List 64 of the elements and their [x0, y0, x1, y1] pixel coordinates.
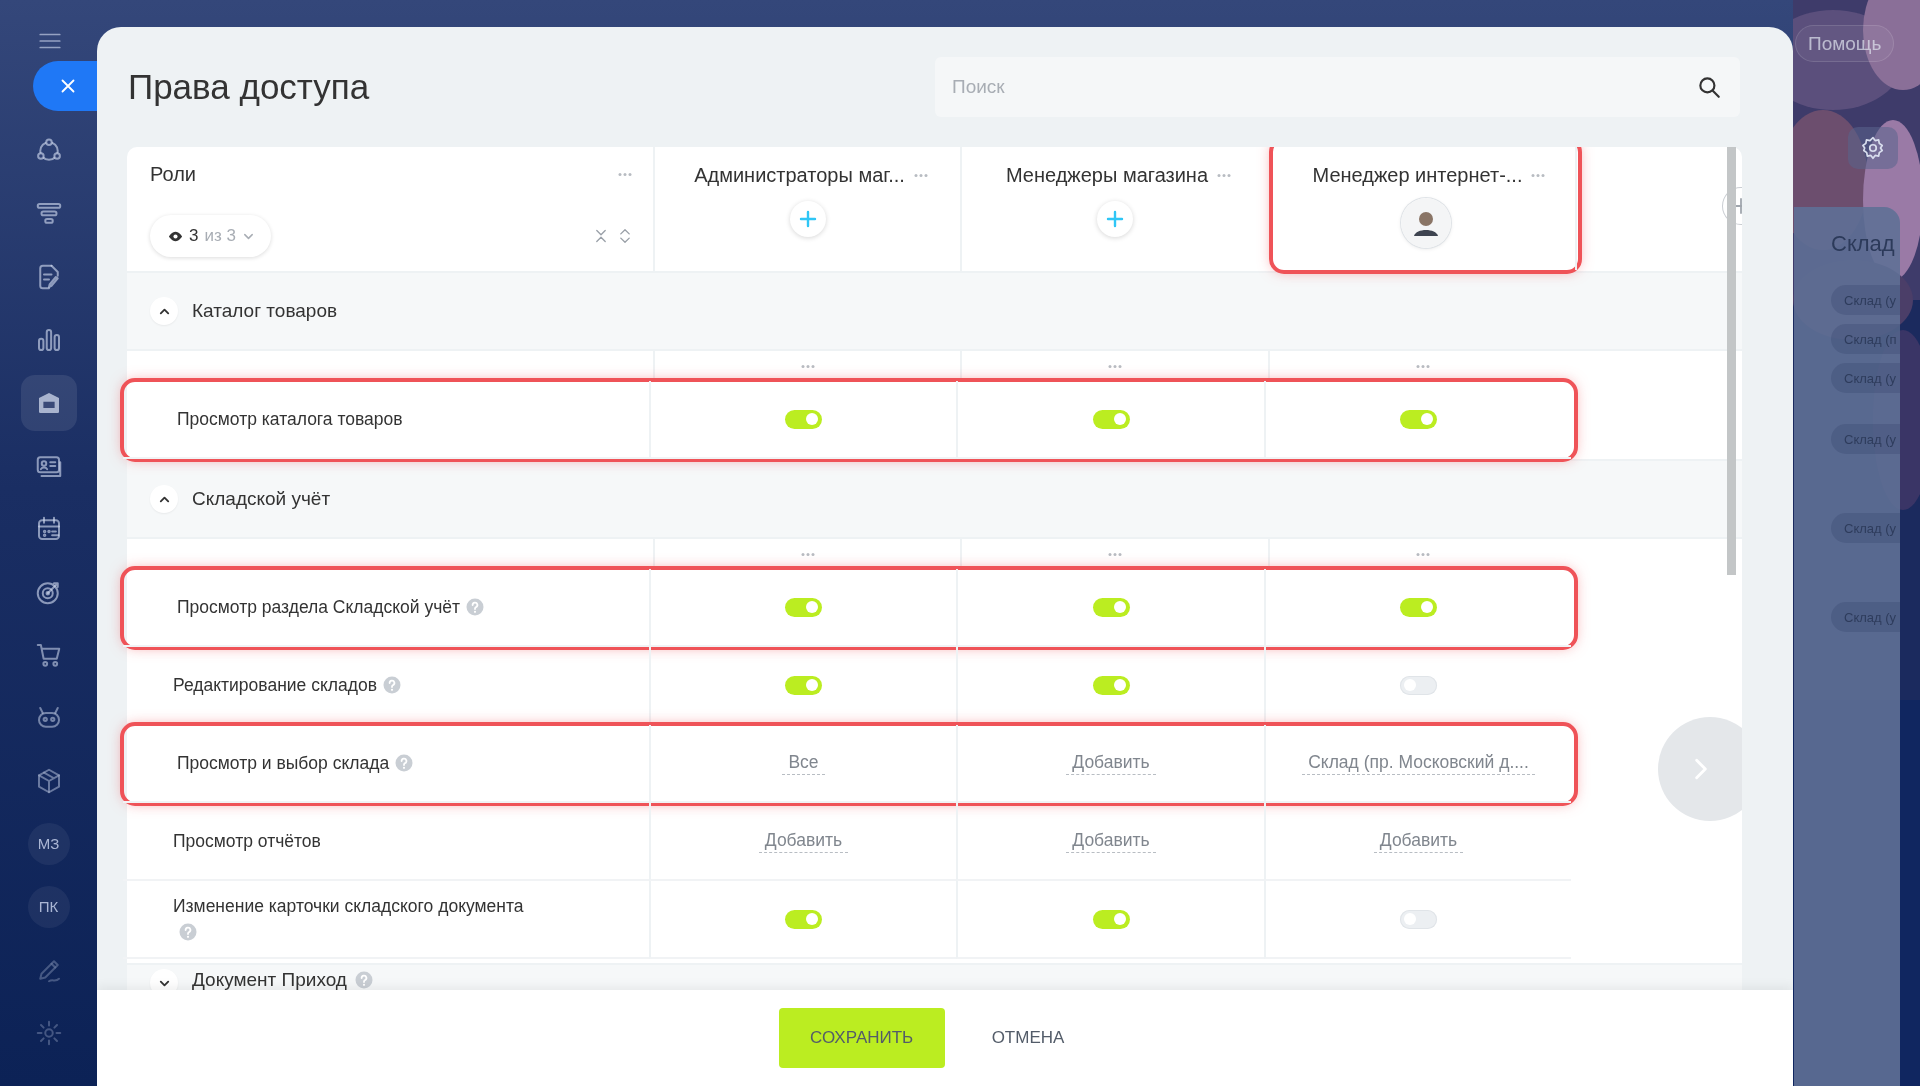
toggle-switch[interactable] — [1092, 597, 1130, 617]
select-link[interactable]: Добавить — [1066, 829, 1156, 853]
collapse-toggle[interactable] — [150, 485, 178, 513]
select-link[interactable]: Добавить — [1066, 751, 1156, 775]
more-icon[interactable] — [799, 551, 816, 557]
nav-item[interactable]: МЗ — [27, 822, 70, 865]
toggle-switch[interactable] — [1400, 909, 1437, 929]
toggle-switch[interactable] — [1400, 597, 1437, 617]
more-icon[interactable] — [1216, 173, 1233, 178]
panel-title: Склад — [1831, 231, 1896, 257]
toggle-switch[interactable] — [1400, 675, 1437, 695]
nav-item[interactable]: ПК — [27, 885, 70, 928]
more-icon[interactable] — [1530, 173, 1547, 178]
more-icon[interactable] — [912, 173, 929, 178]
section-title: Складской учёт — [192, 488, 331, 510]
close-button[interactable] — [33, 61, 97, 111]
add-member-button[interactable] — [1097, 201, 1133, 237]
search-icon — [1696, 74, 1722, 100]
cancel-button[interactable]: ОТМЕНА — [966, 1008, 1090, 1068]
toggle-switch[interactable] — [1092, 909, 1130, 929]
settings-button[interactable] — [1848, 127, 1898, 169]
more-icon[interactable] — [799, 363, 816, 369]
permission-label: Просмотр и выбор склада — [177, 750, 414, 776]
help-button[interactable]: Помощь — [1795, 25, 1895, 62]
toggle-switch[interactable] — [1092, 675, 1130, 695]
collapse-toggle[interactable] — [150, 969, 178, 990]
toggle-switch[interactable] — [785, 597, 822, 617]
permission-label: Редактирование складов — [173, 672, 401, 698]
column-title: Роли — [150, 165, 196, 183]
permission-label: Изменение карточки складского документа — [173, 893, 543, 945]
collapse-icon[interactable] — [593, 228, 609, 244]
select-link[interactable]: Добавить — [1373, 829, 1464, 853]
more-icon[interactable] — [1414, 551, 1431, 557]
select-link[interactable]: Добавить — [758, 829, 849, 853]
permission-label: Просмотр каталога товаров — [177, 408, 403, 431]
select-link[interactable]: Склад (пр. Московский д.... — [1302, 751, 1535, 775]
role-title: Администраторы маг... — [694, 164, 905, 187]
more-icon[interactable] — [1414, 363, 1431, 369]
role-title: Менеджеры магазина — [1005, 164, 1209, 187]
permission-label: Просмотр отчётов — [173, 830, 321, 853]
dialog-title: Права доступа — [128, 67, 371, 107]
search-field[interactable]: Поиск — [935, 57, 1740, 117]
toggle-switch[interactable] — [1092, 409, 1130, 429]
nav-item[interactable] — [20, 374, 77, 431]
section-title: Каталог товаров — [192, 300, 338, 322]
save-button[interactable]: СОХРАНИТЬ — [778, 1008, 945, 1068]
settings-icon — [1860, 135, 1886, 161]
toggle-switch[interactable] — [785, 909, 822, 929]
role-filter[interactable]: 3 из 3 — [150, 215, 271, 257]
scrollbar-thumb[interactable] — [1727, 147, 1736, 575]
avatar[interactable] — [1400, 198, 1451, 248]
section-title: Документ Приход — [192, 969, 347, 990]
more-icon[interactable] — [1107, 551, 1123, 557]
collapse-toggle[interactable] — [150, 297, 178, 325]
select-link[interactable]: Все — [782, 751, 825, 775]
toggle-switch[interactable] — [785, 675, 822, 695]
expand-icon[interactable] — [617, 228, 633, 244]
toggle-switch[interactable] — [1400, 409, 1437, 429]
more-icon[interactable] — [617, 171, 633, 177]
toggle-switch[interactable] — [785, 409, 822, 429]
add-member-button[interactable] — [789, 201, 826, 237]
more-icon[interactable] — [1107, 363, 1123, 369]
permission-label: Просмотр раздела Складской учёт — [177, 594, 485, 620]
role-title: Менеджер интернет-... — [1312, 164, 1523, 187]
